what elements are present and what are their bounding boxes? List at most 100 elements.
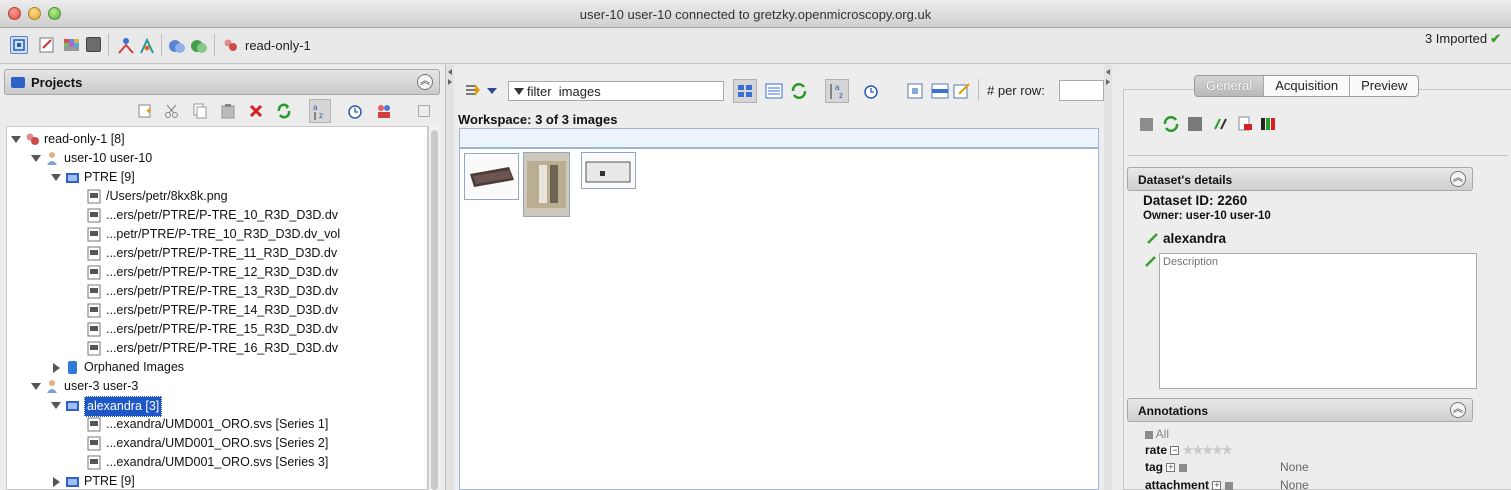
add-attachment-icon[interactable]: + (1212, 481, 1222, 490)
tree-row[interactable]: read-only-1 [8] (7, 130, 427, 149)
delete-icon[interactable] (248, 103, 264, 119)
tree-row[interactable]: Orphaned Images (7, 358, 427, 377)
zoom-fit-icon[interactable] (906, 82, 924, 100)
dataset-name[interactable]: alexandra (1163, 231, 1226, 246)
tag-users-icon[interactable] (376, 103, 392, 119)
tree-row[interactable]: user-10 user-10 (7, 149, 427, 168)
thumbnail-view-icon[interactable] (733, 79, 757, 103)
paste-icon[interactable] (220, 103, 236, 119)
copy-icon[interactable] (192, 103, 208, 119)
collapse-annotations-button[interactable]: ︽ (1450, 402, 1466, 418)
data-manager-icon[interactable] (10, 36, 28, 54)
refresh-workspace-icon[interactable] (790, 82, 808, 100)
expand-arrow-icon[interactable] (53, 477, 60, 487)
minimize-panel-icon[interactable] (418, 105, 430, 117)
tree-row[interactable]: ...ers/petr/PTRE/P-TRE_10_R3D_D3D.dv (7, 206, 427, 225)
image-thumbnail[interactable] (464, 153, 519, 200)
create-new-icon[interactable]: ✦ (137, 103, 153, 119)
svg-text:z: z (839, 91, 843, 100)
collapse-arrow-icon[interactable] (11, 136, 21, 143)
tree-row[interactable]: ...exandra/UMD001_ORO.svs [Series 3] (7, 453, 427, 472)
tree-row[interactable]: PTRE [9] (7, 168, 427, 187)
tree-row[interactable]: ...ers/petr/PTRE/P-TRE_15_R3D_D3D.dv (7, 320, 427, 339)
groups-tree-icon[interactable] (138, 37, 156, 55)
sort-by-name-icon[interactable]: az (825, 79, 849, 103)
filter-input[interactable] (527, 83, 717, 99)
tab-acquisition[interactable]: Acquisition (1264, 76, 1351, 96)
list-view-icon[interactable] (765, 82, 783, 100)
tree-row-label: PTRE [9] (84, 170, 135, 184)
tree-row[interactable]: user-3 user-3 (7, 377, 427, 396)
group-icon[interactable] (222, 37, 240, 55)
screen-icon[interactable] (86, 37, 101, 52)
add-tag-icon[interactable]: + (1166, 463, 1176, 473)
expand-arrow-icon[interactable] (53, 363, 60, 373)
collapse-arrow-icon[interactable] (51, 174, 61, 181)
right-splitter[interactable] (1104, 65, 1112, 490)
cut-icon[interactable] (164, 103, 180, 119)
sort-by-date-icon[interactable] (862, 82, 880, 100)
tree-row[interactable]: ...exandra/UMD001_ORO.svs [Series 1] (7, 415, 427, 434)
tag-row: tag + None (1145, 460, 1309, 474)
expand-right-arrow-icon[interactable] (1106, 79, 1110, 85)
tree-row[interactable]: ...ers/petr/PTRE/P-TRE_11_R3D_D3D.dv (7, 244, 427, 263)
tree-row[interactable]: ...exandra/UMD001_ORO.svs [Series 2] (7, 434, 427, 453)
toolbar-separator (108, 34, 109, 56)
download-icon[interactable] (1188, 117, 1202, 131)
tree-row[interactable]: /Users/petr/8kx8k.png (7, 187, 427, 206)
import-user-icon[interactable] (190, 37, 208, 55)
save-icon[interactable] (1140, 118, 1153, 131)
tab-general[interactable]: General (1195, 76, 1265, 96)
per-row-input[interactable] (1059, 80, 1104, 101)
edit-icon[interactable] (38, 36, 56, 54)
expand-right-arrow-icon[interactable] (448, 79, 452, 85)
annotations-filter[interactable]: All (1145, 427, 1169, 441)
annotate-icon[interactable] (953, 82, 971, 100)
tree-row[interactable]: ...ers/petr/PTRE/P-TRE_14_R3D_D3D.dv (7, 301, 427, 320)
edit-name-icon[interactable] (1147, 232, 1159, 244)
image-thumbnail[interactable] (581, 152, 636, 189)
tree-row[interactable]: ...ers/petr/PTRE/P-TRE_13_R3D_D3D.dv (7, 282, 427, 301)
tree-row[interactable]: ...ers/petr/PTRE/P-TRE_12_R3D_D3D.dv (7, 263, 427, 282)
collapse-left-arrow-icon[interactable] (448, 69, 452, 75)
tree-row[interactable]: ...ers/petr/PTRE/P-TRE_16_R3D_D3D.dv (7, 339, 427, 358)
rating-stars-icon[interactable]: ★★★★★ (1183, 443, 1233, 457)
refresh-metadata-icon[interactable] (1163, 116, 1179, 132)
clear-rating-icon[interactable]: − (1170, 446, 1180, 456)
tree-row[interactable]: ...petr/PTRE/P-TRE_10_R3D_D3D.dv_vol (7, 225, 427, 244)
tag-list-icon[interactable] (1178, 463, 1187, 472)
collapse-left-arrow-icon[interactable] (1106, 69, 1110, 75)
pdf-report-icon[interactable] (1237, 116, 1253, 132)
heatmap-icon[interactable] (63, 37, 81, 55)
tree-scrollbar[interactable] (428, 126, 440, 490)
tree-row[interactable]: alexandra [3] (7, 396, 427, 417)
filter-field[interactable] (508, 81, 724, 101)
image-thumbnail[interactable] (523, 152, 570, 217)
sort-alpha-icon[interactable]: az (309, 99, 331, 123)
users-tree-icon[interactable] (117, 37, 135, 55)
collapse-details-button[interactable]: ︽ (1450, 171, 1466, 187)
import-status[interactable]: 3 Imported ✔ (1425, 31, 1501, 47)
edit-description-icon[interactable] (1145, 255, 1157, 267)
filter-dropdown-icon[interactable] (487, 88, 497, 94)
filter-options-icon[interactable] (464, 82, 482, 100)
thumbnail-grid[interactable] (459, 148, 1099, 490)
channels-icon[interactable] (1260, 116, 1276, 132)
collapse-arrow-icon[interactable] (31, 155, 41, 162)
group-selector[interactable]: read-only-1 (245, 38, 311, 53)
collapse-arrow-icon[interactable] (51, 402, 61, 409)
collapse-panel-button[interactable]: ︽ (417, 74, 433, 90)
collapse-arrow-icon[interactable] (31, 383, 41, 390)
magnify-icon[interactable] (931, 82, 949, 100)
filter-type-icon[interactable] (514, 88, 524, 95)
refresh-icon[interactable] (276, 103, 292, 119)
import-icon[interactable] (168, 37, 186, 55)
description-field[interactable] (1159, 253, 1477, 389)
sort-date-icon[interactable] (347, 103, 363, 119)
script-icon[interactable] (1212, 116, 1228, 132)
tree-row[interactable]: PTRE [9] (7, 472, 427, 489)
scrollbar-thumb[interactable] (431, 130, 438, 490)
attachment-list-icon[interactable] (1224, 481, 1233, 490)
tab-preview[interactable]: Preview (1350, 76, 1418, 96)
left-splitter[interactable] (446, 65, 454, 490)
